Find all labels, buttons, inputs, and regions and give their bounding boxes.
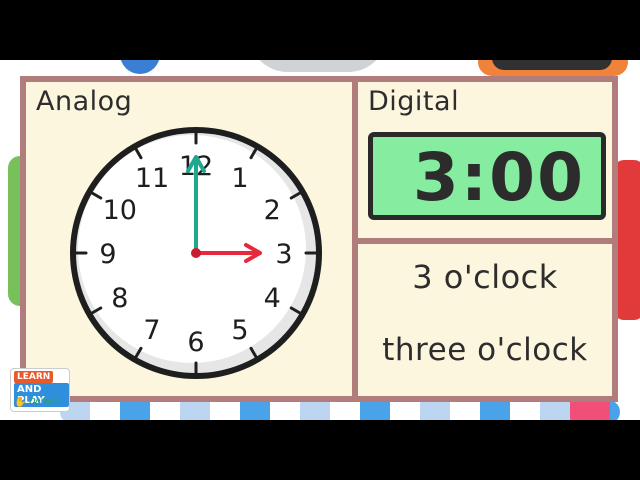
clock-number: 1 bbox=[231, 163, 248, 194]
learn-and-play-logo: LEARN AND PLAY ✋ Online! bbox=[10, 368, 70, 412]
time-board: Analog 121234567891011 Digital 3:00 3 o'… bbox=[20, 76, 618, 402]
clock-number: 8 bbox=[111, 283, 128, 314]
hand-icon: ✋ bbox=[14, 397, 27, 408]
analog-title: Analog bbox=[36, 86, 133, 117]
clock-number: 2 bbox=[264, 195, 281, 226]
decorative-strip bbox=[60, 400, 620, 420]
analog-clock: 121234567891011 bbox=[70, 127, 322, 379]
words-panel: 3 o'clock three o'clock bbox=[358, 244, 612, 396]
digital-display: 3:00 bbox=[368, 132, 606, 220]
time-numeric-words: 3 o'clock bbox=[412, 258, 558, 296]
clock-number: 5 bbox=[231, 315, 248, 346]
clock-number: 7 bbox=[143, 315, 160, 346]
logo-line-3: Online! bbox=[29, 397, 59, 406]
clock-number: 11 bbox=[135, 163, 169, 194]
clock-number: 10 bbox=[103, 195, 137, 226]
clock-number: 9 bbox=[99, 239, 116, 270]
analog-panel: Analog 121234567891011 bbox=[26, 82, 352, 396]
clock-number: 4 bbox=[264, 283, 281, 314]
digital-time: 3:00 bbox=[412, 139, 585, 216]
decorative-shape bbox=[492, 60, 612, 70]
digital-panel: Digital 3:00 bbox=[358, 82, 612, 238]
clock-number: 3 bbox=[275, 239, 292, 270]
clock-center-pin bbox=[191, 248, 201, 258]
logo-line-1: LEARN bbox=[14, 371, 54, 383]
decorative-shape bbox=[248, 60, 388, 72]
time-spelled-words: three o'clock bbox=[382, 332, 588, 368]
digital-title: Digital bbox=[368, 86, 460, 117]
decorative-shape bbox=[120, 60, 160, 74]
clock-number: 6 bbox=[187, 327, 204, 358]
